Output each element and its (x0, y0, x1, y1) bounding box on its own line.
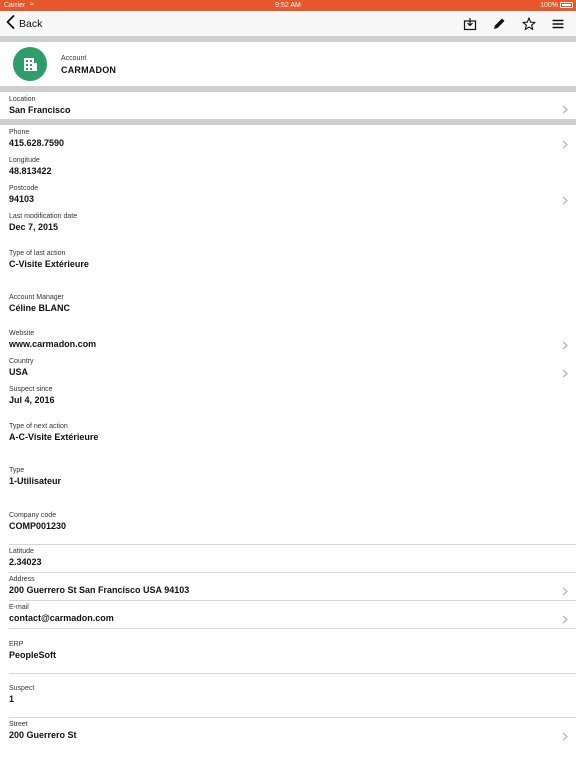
field-label: Latitude (9, 548, 34, 555)
field-row[interactable]: Street 200 Guerrero St (0, 720, 576, 746)
field-label: Suspect since (9, 386, 53, 393)
status-bar: Carrier ≈ 9:52 AM 100% (0, 0, 576, 11)
field-value: 2.34023 (9, 557, 42, 567)
account-name: CARMADON (61, 65, 117, 75)
field-value: PeopleSoft (9, 650, 57, 660)
field-value: A-C-Visite Extérieure (9, 432, 99, 442)
field-label: Phone (9, 129, 30, 136)
chevron-right-icon (562, 136, 568, 149)
field-row: Suspect since Jul 4, 2016 (0, 385, 576, 411)
download-icon[interactable] (463, 17, 477, 31)
row-divider (9, 600, 576, 601)
field-label: ERP (9, 641, 24, 648)
field-label: Account Manager (9, 294, 64, 301)
field-label: Postcode (9, 185, 39, 192)
field-value: 48.813422 (9, 166, 52, 176)
field-row: Longitude 48.813422 (0, 156, 576, 182)
field-value: Dec 7, 2015 (9, 222, 59, 232)
chevron-right-icon (562, 192, 568, 205)
field-value: USA (9, 367, 29, 377)
chevron-right-icon (562, 611, 568, 624)
field-label: Address (9, 576, 35, 583)
field-row: Type 1-Utilisateur (0, 466, 576, 492)
field-row[interactable]: Website www.carmadon.com (0, 329, 576, 355)
chevron-right-icon (562, 728, 568, 741)
field-row[interactable]: Phone 415.628.7590 (0, 128, 576, 154)
building-icon (13, 47, 47, 81)
field-label: Street (9, 721, 28, 728)
section-separator (0, 119, 576, 125)
chevron-right-icon (562, 337, 568, 350)
chevron-right-icon (562, 101, 568, 114)
row-divider (9, 628, 576, 629)
field-row: Type of next action A-C-Visite Extérieure (0, 422, 576, 448)
field-row: Account Manager Céline BLANC (0, 293, 576, 319)
field-row[interactable]: Country USA (0, 357, 576, 383)
field-row: Latitude 2.34023 (0, 547, 576, 573)
field-label: Last modification date (9, 213, 78, 220)
account-label: Account (61, 55, 87, 62)
field-row[interactable]: Postcode 94103 (0, 184, 576, 210)
field-label: Type of next action (9, 423, 68, 430)
chevron-right-icon (562, 365, 568, 378)
field-label: Suspect (9, 685, 35, 692)
navigation-bar: Back (0, 11, 576, 37)
field-row: Suspect 1 (0, 684, 576, 710)
field-value: 200 Guerrero St (9, 730, 77, 740)
back-label: Back (19, 18, 43, 30)
field-row[interactable]: E-mail contact@carmadon.com (0, 603, 576, 629)
field-value: contact@carmadon.com (9, 613, 114, 623)
field-label: Company code (9, 512, 57, 519)
account-header: Account CARMADON (0, 42, 576, 86)
row-divider (9, 717, 576, 718)
chevron-left-icon (6, 14, 15, 34)
location-label: Location (9, 96, 36, 103)
field-label: Longitude (9, 157, 40, 164)
field-row: Last modification date Dec 7, 2015 (0, 212, 576, 238)
star-icon[interactable] (522, 17, 536, 31)
field-value: 94103 (9, 194, 35, 204)
field-row: Type of last action C-Visite Extérieure (0, 249, 576, 275)
clock-time: 9:52 AM (275, 2, 301, 9)
field-value: C-Visite Extérieure (9, 259, 89, 269)
location-row[interactable]: Location San Francisco (0, 92, 576, 119)
row-divider (9, 544, 576, 545)
row-divider (9, 673, 576, 674)
field-label: Website (9, 330, 35, 337)
location-value: San Francisco (9, 105, 71, 115)
battery-percent: 100% (540, 2, 558, 9)
field-row: Company code COMP001230 (0, 511, 576, 537)
field-value: 1-Utilisateur (9, 476, 62, 486)
field-value: COMP001230 (9, 521, 67, 531)
field-value: Céline BLANC (9, 303, 71, 313)
field-value: 415.628.7590 (9, 138, 65, 148)
field-label: Type of last action (9, 250, 66, 257)
field-value: Jul 4, 2016 (9, 395, 55, 405)
field-row[interactable]: Address 200 Guerrero St San Francisco USA… (0, 575, 576, 601)
field-value: 1 (9, 694, 15, 704)
row-divider (9, 572, 576, 573)
field-value: 200 Guerrero St San Francisco USA 94103 (9, 585, 190, 595)
field-label: Type (9, 467, 25, 474)
edit-icon[interactable] (492, 17, 506, 31)
menu-icon[interactable] (551, 17, 565, 31)
field-row: ERP PeopleSoft (0, 640, 576, 666)
chevron-right-icon (562, 583, 568, 596)
back-button[interactable]: Back (6, 14, 43, 34)
field-value: www.carmadon.com (9, 339, 97, 349)
field-label: Country (9, 358, 34, 365)
battery-icon (560, 2, 573, 8)
field-label: E-mail (9, 604, 29, 611)
